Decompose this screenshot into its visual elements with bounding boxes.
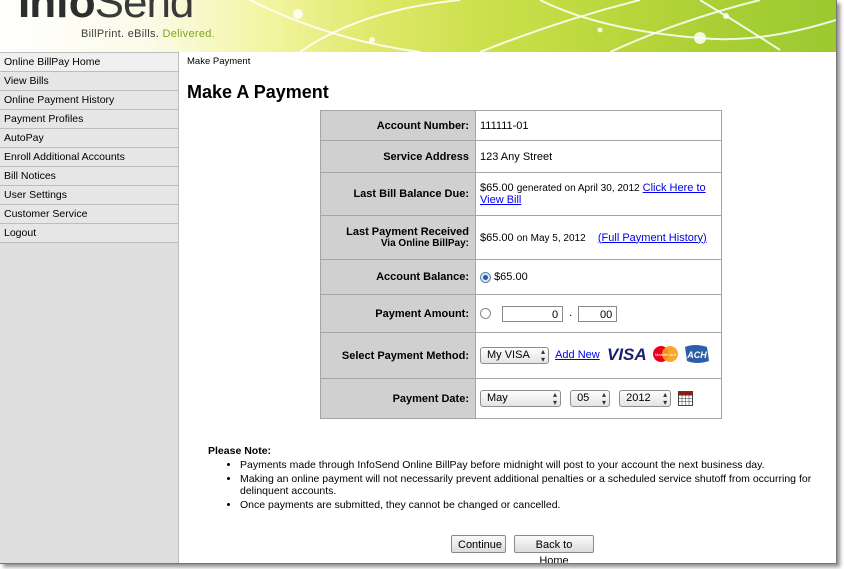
row-service-address: Service Address 123 Any Street [320,140,722,173]
payment-date-label: Payment Date: [320,378,476,419]
sidebar-item-view-bills[interactable]: View Bills [0,72,178,91]
sidebar-item-customer-service[interactable]: Customer Service [0,205,178,224]
svg-text:ACH: ACH [686,350,707,360]
add-new-payment-method-link[interactable]: Add New [555,349,600,361]
site-header: InfoSend BillPrint. eBills. Delivered. [0,0,836,52]
payment-cents-input[interactable]: 00 [578,305,618,322]
row-last-payment: Last Payment Received Via Online BillPay… [320,215,722,260]
last-bill-value: $65.00 generated on April 30, 2012 Click… [475,172,722,216]
payment-form-table: Account Number: 111111-01 Service Addres… [320,110,722,419]
payment-amount-radio[interactable] [480,308,491,319]
select-arrows-icon: ▴ ▾ [602,390,607,407]
last-payment-label: Last Payment Received Via Online BillPay… [320,215,476,260]
service-address-value: 123 Any Street [475,140,722,173]
main-content: Make Payment Make A Payment Account Numb… [179,52,836,563]
last-payment-label-main: Last Payment Received [346,226,469,238]
payment-method-select[interactable]: My VISA ▴ ▾ [480,347,549,364]
note-item: Payments made through InfoSend Online Bi… [240,459,828,471]
tagline: BillPrint. eBills. Delivered. [81,28,216,40]
select-arrows-icon: ▴ ▾ [663,390,668,407]
payment-decimal-point: . [569,307,573,320]
back-to-home-button[interactable]: Back to Home [514,535,594,563]
account-balance-label: Account Balance: [320,259,476,295]
sidebar-item-enroll-additional-accounts[interactable]: Enroll Additional Accounts [0,148,178,167]
account-number-value: 111111-01 [475,110,722,141]
row-account-number: Account Number: 111111-01 [320,110,722,141]
note-title: Please Note: [208,445,272,457]
sidebar-item-user-settings[interactable]: User Settings [0,186,178,205]
please-note-section: Please Note: Payments made through InfoS… [208,445,828,513]
note-list: Payments made through InfoSend Online Bi… [208,459,828,511]
payment-month-selected: May [487,392,508,404]
payment-month-select[interactable]: May ▴ ▾ [480,390,561,407]
payment-day-selected: 05 [577,392,590,404]
calendar-icon[interactable] [678,391,694,406]
ach-logo-icon: ACH [684,345,709,363]
last-payment-date: on May 5, 2012 [516,232,586,244]
service-address-label: Service Address [320,140,476,173]
last-bill-amount: $65.00 [480,182,514,194]
sidebar-item-bill-notices[interactable]: Bill Notices [0,167,178,186]
account-balance-amount: $65.00 [494,271,528,283]
account-balance-value: $65.00 [475,259,722,295]
sidebar-nav: Online BillPay Home View Bills Online Pa… [0,52,179,563]
row-payment-method: Select Payment Method: My VISA ▴ ▾ Add New… [320,332,722,379]
sidebar-item-online-payment-history[interactable]: Online Payment History [0,91,178,110]
sidebar-item-payment-profiles[interactable]: Payment Profiles [0,110,178,129]
svg-text:MasterCard: MasterCard [655,352,676,357]
row-last-bill: Last Bill Balance Due: $65.00 generated … [320,172,722,216]
payment-year-select[interactable]: 2012 ▴ ▾ [619,390,672,407]
last-payment-amount: $65.00 [480,231,514,244]
last-payment-label-sub: Via Online BillPay: [380,238,469,249]
payment-date-value: May ▴ ▾ 05 ▴ ▾ 2012 ▴ ▾ [475,378,722,419]
payment-method-label: Select Payment Method: [320,332,476,379]
row-payment-date: Payment Date: May ▴ ▾ 05 ▴ ▾ 2012 ▴ ▾ [320,378,722,419]
note-item: Making an online payment will not necess… [240,473,828,497]
last-bill-generated: generated on April 30, 2012 [516,183,640,194]
sidebar-item-autopay[interactable]: AutoPay [0,129,178,148]
infosend-logo[interactable]: InfoSend [18,0,194,28]
payment-method-value: My VISA ▴ ▾ Add New VISA MasterCard ACH [475,332,722,379]
mastercard-logo-icon: MasterCard [652,346,678,362]
sidebar-item-online-billpay-home[interactable]: Online BillPay Home [0,52,178,72]
note-item: Once payments are submitted, they cannot… [240,499,828,511]
sidebar-item-logout[interactable]: Logout [0,224,178,243]
select-arrows-icon: ▴ ▾ [540,347,545,364]
row-account-balance: Account Balance: $65.00 [320,259,722,295]
payment-method-selected: My VISA [487,349,530,361]
page-title: Make A Payment [187,82,329,102]
full-payment-history-link[interactable]: (Full Payment History) [598,232,707,244]
last-bill-label: Last Bill Balance Due: [320,172,476,216]
breadcrumb: Make Payment [187,56,251,67]
payment-year-selected: 2012 [626,392,651,404]
payment-day-select[interactable]: 05 ▴ ▾ [570,390,611,407]
payment-dollars-input[interactable]: 0 [502,305,564,322]
select-arrows-icon: ▴ ▾ [552,390,557,407]
payment-amount-value: 0 . 00 [475,294,722,333]
visa-logo-icon: VISA [607,345,647,364]
payment-amount-label: Payment Amount: [320,294,476,333]
app-window: InfoSend BillPrint. eBills. Delivered. O… [0,0,837,564]
account-number-label: Account Number: [320,110,476,141]
account-balance-radio[interactable] [480,271,491,283]
row-payment-amount: Payment Amount: 0 . 00 [320,294,722,333]
continue-button[interactable]: Continue [451,535,506,553]
last-payment-value: $65.00 on May 5, 2012 (Full Payment Hist… [475,215,722,260]
card-logos: VISA MasterCard ACH [607,343,713,368]
card-logos-svg: VISA MasterCard ACH [607,345,709,364]
